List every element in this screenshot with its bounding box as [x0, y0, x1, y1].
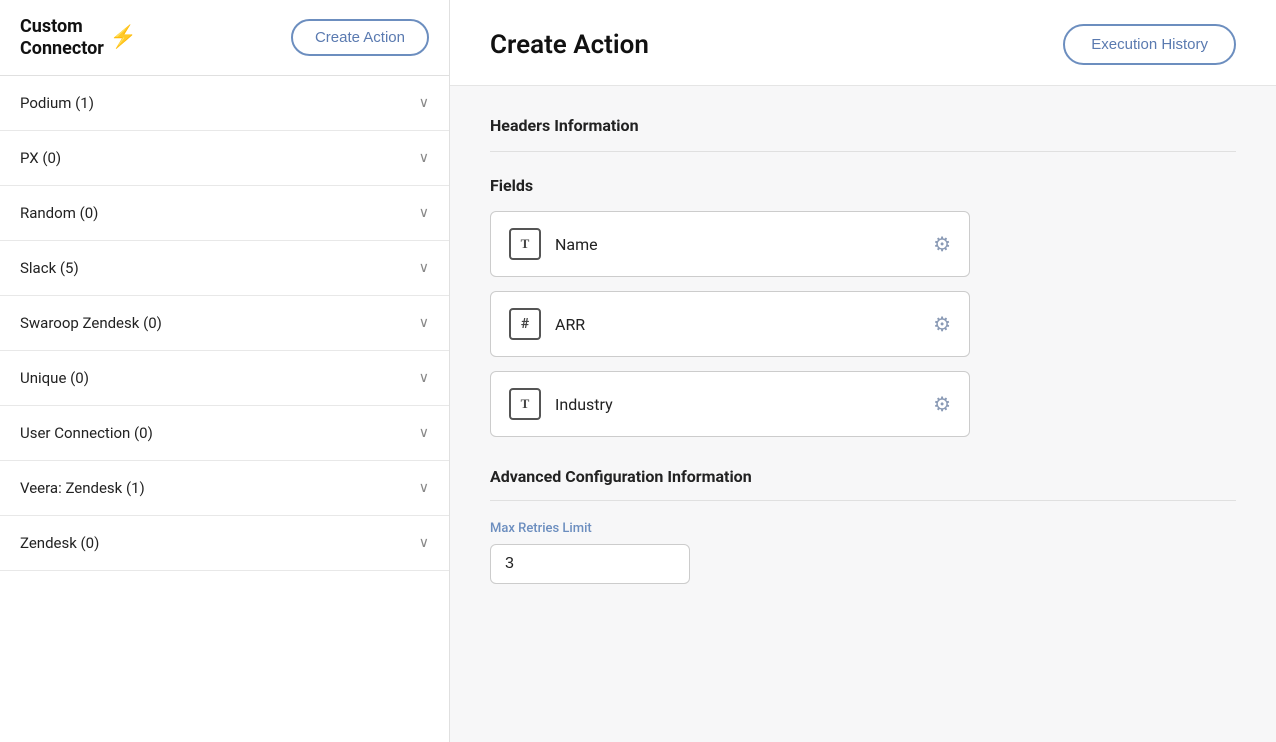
sidebar-item-label-zendesk: Zendesk (0): [20, 534, 99, 552]
field-label-arr: ARR: [555, 315, 585, 334]
chevron-icon-user-connection: ∨: [419, 425, 429, 441]
field-settings-icon-industry[interactable]: ⚙: [933, 392, 951, 416]
field-type-icon-industry: T: [509, 388, 541, 420]
sidebar: Custom Connector ⚡ Create Action Podium …: [0, 0, 450, 742]
main-body: Headers Information Fields T Name ⚙ # AR…: [450, 86, 1276, 614]
chevron-icon-random: ∨: [419, 205, 429, 221]
chevron-icon-podium: ∨: [419, 95, 429, 111]
field-row-name[interactable]: T Name ⚙: [490, 211, 970, 277]
sidebar-item-podium[interactable]: Podium (1) ∨: [0, 76, 449, 131]
sidebar-list: Podium (1)∨PX (0)∨Random (0)∨Slack (5)∨S…: [0, 76, 449, 742]
page-title: Create Action: [490, 30, 649, 60]
sidebar-item-random[interactable]: Random (0) ∨: [0, 186, 449, 241]
sidebar-item-label-user-connection: User Connection (0): [20, 424, 153, 442]
sidebar-item-slack[interactable]: Slack (5) ∨: [0, 241, 449, 296]
chevron-icon-zendesk: ∨: [419, 535, 429, 551]
chevron-icon-swaroop-zendesk: ∨: [419, 315, 429, 331]
fields-title: Fields: [490, 176, 1236, 195]
field-settings-icon-name[interactable]: ⚙: [933, 232, 951, 256]
create-action-sidebar-button[interactable]: Create Action: [291, 19, 429, 56]
max-retries-input[interactable]: [490, 544, 690, 584]
sidebar-item-label-random: Random (0): [20, 204, 98, 222]
advanced-divider: [490, 500, 1236, 501]
sidebar-title: Custom Connector: [20, 16, 104, 59]
field-settings-icon-arr[interactable]: ⚙: [933, 312, 951, 336]
sidebar-item-label-slack: Slack (5): [20, 259, 79, 277]
advanced-configuration-title: Advanced Configuration Information: [490, 467, 1236, 486]
field-label-industry: Industry: [555, 395, 613, 414]
main-header: Create Action Execution History: [450, 0, 1276, 86]
max-retries-label: Max Retries Limit: [490, 521, 1236, 536]
sidebar-item-veera-zendesk[interactable]: Veera: Zendesk (1) ∨: [0, 461, 449, 516]
field-type-icon-name: T: [509, 228, 541, 260]
field-row-industry[interactable]: T Industry ⚙: [490, 371, 970, 437]
sidebar-item-unique[interactable]: Unique (0) ∨: [0, 351, 449, 406]
advanced-configuration-section: Advanced Configuration Information Max R…: [490, 467, 1236, 584]
sidebar-item-label-unique: Unique (0): [20, 369, 89, 387]
sidebar-header: Custom Connector ⚡ Create Action: [0, 0, 449, 76]
chevron-icon-unique: ∨: [419, 370, 429, 386]
headers-information-title: Headers Information: [490, 116, 1236, 135]
sidebar-item-label-veera-zendesk: Veera: Zendesk (1): [20, 479, 145, 497]
field-label-name: Name: [555, 235, 598, 254]
sidebar-item-label-swaroop-zendesk: Swaroop Zendesk (0): [20, 314, 162, 332]
chevron-icon-slack: ∨: [419, 260, 429, 276]
main-content: Create Action Execution History Headers …: [450, 0, 1276, 742]
sidebar-item-zendesk[interactable]: Zendesk (0) ∨: [0, 516, 449, 571]
chevron-icon-veera-zendesk: ∨: [419, 480, 429, 496]
sidebar-item-px[interactable]: PX (0) ∨: [0, 131, 449, 186]
sidebar-item-label-podium: Podium (1): [20, 94, 94, 112]
sidebar-item-swaroop-zendesk[interactable]: Swaroop Zendesk (0) ∨: [0, 296, 449, 351]
execution-history-button[interactable]: Execution History: [1063, 24, 1236, 65]
sidebar-item-label-px: PX (0): [20, 149, 61, 167]
sidebar-item-user-connection[interactable]: User Connection (0) ∨: [0, 406, 449, 461]
field-row-arr[interactable]: # ARR ⚙: [490, 291, 970, 357]
headers-divider: [490, 151, 1236, 152]
title-wrapper: Custom Connector ⚡: [20, 16, 137, 59]
chevron-icon-px: ∨: [419, 150, 429, 166]
connector-logo-icon: ⚡: [110, 25, 137, 50]
field-type-icon-arr: #: [509, 308, 541, 340]
